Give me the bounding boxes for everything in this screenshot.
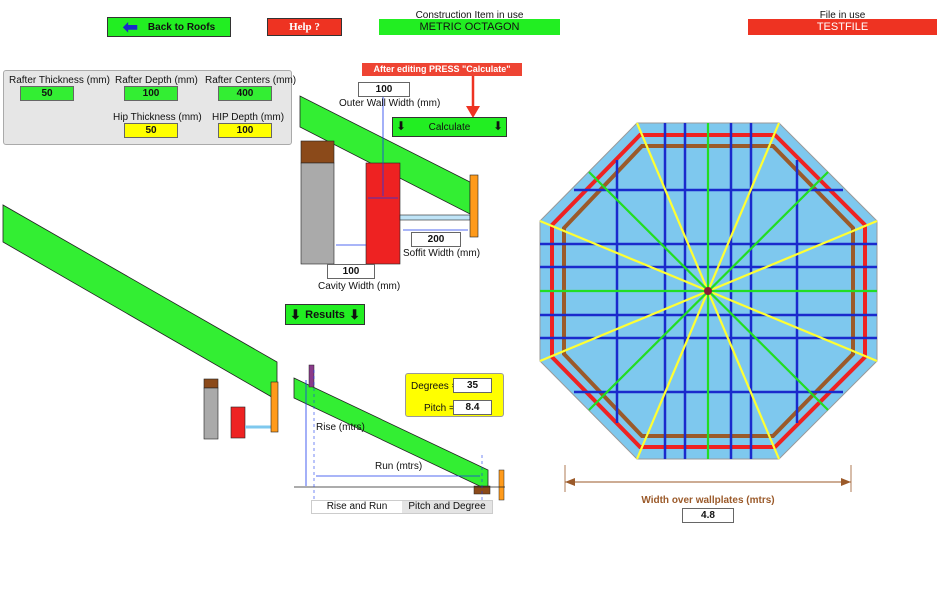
section-fascia <box>469 174 479 238</box>
result-tabs: Rise and Run Pitch and Degree <box>311 500 493 514</box>
back-label: Back to Roofs <box>147 21 216 33</box>
large-wallplate <box>203 378 219 389</box>
hip-depth-field[interactable]: 100 <box>218 123 272 138</box>
cavity-label: Cavity Width (mm) <box>318 281 401 292</box>
pitch-label: Pitch = <box>424 403 455 414</box>
down-arrow-right-icon: ⬇ <box>349 307 360 322</box>
calculate-notice: After editing PRESS "Calculate" <box>362 63 522 76</box>
calculate-label: Calculate <box>428 121 471 133</box>
degrees-label: Degrees = <box>411 381 458 392</box>
cavity-field[interactable]: 100 <box>327 264 375 279</box>
rafter-depth-label: Rafter Depth (mm) <box>115 75 198 86</box>
tab-rise-run[interactable]: Rise and Run <box>312 501 402 513</box>
down-arrow-left-icon: ⬇ <box>290 307 301 322</box>
soffit-field[interactable]: 200 <box>411 232 461 247</box>
calculate-button[interactable]: ⬇ Calculate ⬇ <box>392 117 507 137</box>
section-soffit <box>399 214 471 221</box>
hip-thickness-field[interactable]: 50 <box>124 123 178 138</box>
section-wallplate <box>300 140 335 164</box>
section-inner-wall <box>300 162 335 265</box>
scroll-right-icon: ⬇ <box>492 119 503 133</box>
run-label: Run (mtrs) <box>375 461 423 472</box>
outer-wall-label: Outer Wall Width (mm) <box>339 98 441 109</box>
results-label: Results <box>305 308 345 321</box>
width-field[interactable]: 4.8 <box>682 508 734 523</box>
back-to-roofs-button[interactable]: ⬅ Back to Roofs <box>107 17 231 37</box>
construction-value: METRIC OCTAGON <box>379 19 560 35</box>
large-fascia <box>270 381 279 433</box>
results-button[interactable]: ⬇ Results ⬇ <box>285 304 365 325</box>
rise-label: Rise (mtrs) <box>316 422 365 433</box>
hip-thickness-label: Hip Thickness (mm) <box>113 112 202 123</box>
rafter-thickness-label: Rafter Thickness (mm) <box>9 75 110 86</box>
hip-depth-label: HIP Depth (mm) <box>212 112 285 123</box>
degrees-field[interactable]: 35 <box>453 378 492 393</box>
scroll-left-icon: ⬇ <box>396 119 407 133</box>
tab-pitch-degree[interactable]: Pitch and Degree <box>402 501 492 513</box>
rafter-depth-field[interactable]: 100 <box>124 86 178 101</box>
large-inner-wall <box>203 387 219 440</box>
file-value: TESTFILE <box>748 19 937 35</box>
help-label: Help ? <box>289 21 320 33</box>
arrow-left-icon: ⬅ <box>122 17 138 37</box>
soffit-label: Soffit Width (mm) <box>403 248 481 259</box>
rafter-centers-label: Rafter Centers (mm) <box>205 75 297 86</box>
rafter-centers-field[interactable]: 400 <box>218 86 272 101</box>
large-outer-wall <box>230 406 246 439</box>
width-over-wallplates-label: Width over wallplates (mtrs) <box>641 495 775 506</box>
pitch-field[interactable]: 8.4 <box>453 400 492 415</box>
outer-wall-field[interactable]: 100 <box>358 82 410 97</box>
large-rafter <box>2 204 278 401</box>
rafter-thickness-field[interactable]: 50 <box>20 86 74 101</box>
help-button[interactable]: Help ? <box>267 18 342 36</box>
